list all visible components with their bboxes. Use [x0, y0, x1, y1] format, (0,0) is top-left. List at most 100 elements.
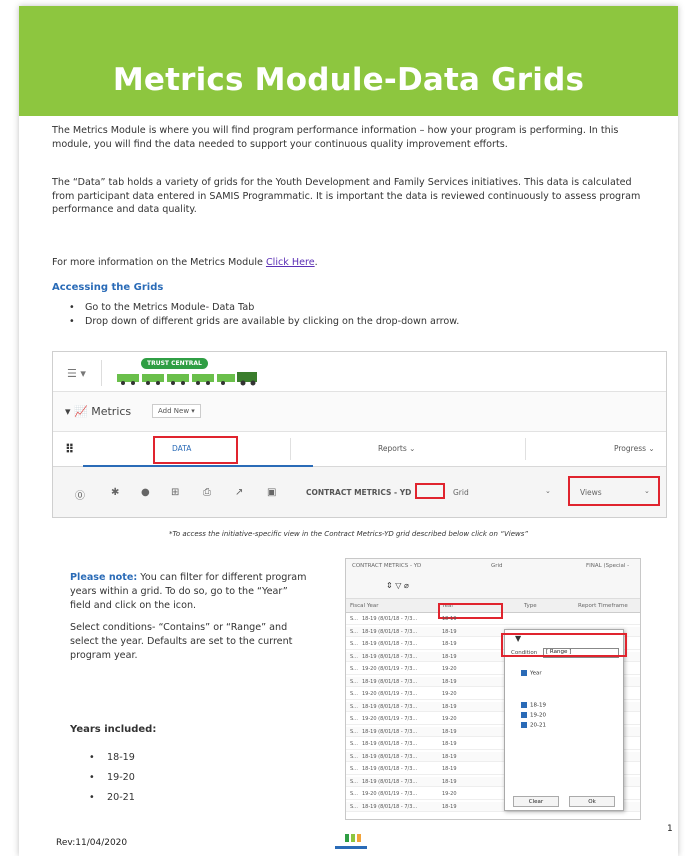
year-cell: 18-19	[442, 778, 457, 785]
print-icon[interactable]: ⎙	[203, 487, 211, 498]
year-checkbox[interactable]: 20-21	[521, 722, 546, 729]
table-icon[interactable]: ⊞	[171, 487, 179, 498]
fiscal-year-cell: 18-19 (8/01/18 - 7/3...	[362, 753, 418, 760]
row-prefix: S...	[350, 641, 358, 647]
chevron-down-icon: ▾	[65, 405, 75, 418]
fiscal-year-cell: 19-20 (8/01/19 - 7/3...	[362, 791, 418, 797]
condition-highlight	[501, 633, 627, 657]
conditions-paragraph: Select conditions- “Contains” or “Range”…	[70, 622, 293, 661]
fiscal-year-cell: 19-20 (8/01/19 - 7/3...	[362, 716, 418, 722]
grid-select[interactable]: CONTRACT METRICS - YD	[352, 563, 421, 569]
divider	[101, 360, 102, 386]
ok-button[interactable]: Ok	[569, 796, 615, 807]
row-prefix: S...	[350, 766, 358, 772]
year-cell: 19-20	[442, 666, 457, 672]
data-tab-paragraph: The “Data” tab holds a variety of grids …	[52, 177, 641, 215]
help-icon[interactable]: ⓪	[75, 487, 85, 502]
metrics-label: Metrics	[91, 405, 132, 418]
tab-reports[interactable]: Reports ⌄	[378, 444, 415, 453]
row-prefix: S...	[350, 628, 358, 635]
year-cell: 18-19	[442, 641, 457, 647]
year-checkbox[interactable]: 18-19	[521, 702, 546, 709]
year-cell: 18-19	[442, 678, 457, 685]
checkbox-label: 20-21	[530, 722, 546, 729]
fiscal-year-cell: 18-19 (8/01/18 - 7/3...	[362, 616, 418, 622]
year-cell: 18-19	[442, 628, 457, 635]
fiscal-year-cell: 18-19 (8/01/18 - 7/3...	[362, 653, 418, 660]
row-prefix: S...	[350, 741, 358, 747]
filter-icon[interactable]: ⇕ ▽ ⌀	[386, 581, 409, 590]
add-new-button[interactable]: Add New ▾	[152, 404, 201, 418]
title-banner: Metrics Module-Data Grids	[19, 6, 678, 116]
fiscal-year-cell: 18-19 (8/01/18 - 7/3...	[362, 766, 418, 772]
year-cell: 19-20	[442, 791, 457, 797]
fiscal-year-cell: 19-20 (8/01/19 - 7/3...	[362, 691, 418, 697]
clear-button[interactable]: Clear	[513, 796, 559, 807]
fiscal-year-cell: 18-19 (8/01/18 - 7/3...	[362, 778, 418, 785]
page-number: 1	[667, 824, 673, 834]
metrics-bar: ▾ 📈 Metrics Add New ▾	[53, 392, 666, 432]
page-title: Metrics Module-Data Grids	[112, 62, 585, 98]
checkbox-icon	[521, 722, 527, 728]
header-report-timeframe[interactable]: Report Timeframe	[578, 603, 628, 609]
grid-dots-icon[interactable]: ⠿	[65, 442, 74, 456]
row-prefix: S...	[350, 703, 358, 710]
row-prefix: S...	[350, 653, 358, 660]
grid-toolbar: CONTRACT METRICS - YD Grid FINAL (Specia…	[346, 559, 640, 599]
year-checkbox[interactable]: Year	[521, 670, 542, 677]
year-item: 18-19	[89, 748, 135, 768]
screenshot-caption: *To access the initiative-specific view …	[168, 530, 529, 538]
paint-icon[interactable]: ●	[141, 487, 150, 498]
grid-select[interactable]: CONTRACT METRICS - YD	[306, 488, 411, 497]
views-highlight	[568, 476, 660, 506]
chevron-down-icon[interactable]: ⌄	[545, 487, 551, 495]
accessing-bullets: Go to the Metrics Module- Data Tab Drop …	[69, 301, 459, 329]
revision-date: Rev:11/04/2020	[56, 838, 128, 848]
row-prefix: S...	[350, 728, 358, 735]
accessing-heading: Accessing the Grids	[52, 282, 164, 293]
row-prefix: S...	[350, 791, 358, 797]
train-logo-icon	[117, 372, 257, 386]
year-cell: 18-19	[442, 741, 457, 747]
export-icon[interactable]: ↗	[235, 487, 243, 498]
view-dropdown[interactable]: FINAL (Special -	[586, 563, 629, 569]
table-row[interactable]: S... 18-19 (8/01/18 - 7/3... 18-19	[346, 614, 640, 625]
years-heading: Years included:	[70, 724, 157, 735]
year-cell: 19-20	[442, 716, 457, 722]
divider	[525, 438, 526, 460]
row-prefix: S...	[350, 778, 358, 785]
gear-icon[interactable]: ✱	[111, 487, 119, 498]
years-list: 18-19 19-20 20-21	[89, 748, 135, 808]
row-prefix: S...	[350, 803, 358, 810]
year-cell: 18-19	[442, 616, 457, 622]
year-cell: 18-19	[442, 703, 457, 710]
grid-dropdown[interactable]: Grid	[491, 563, 503, 569]
year-checkbox[interactable]: 19-20	[521, 712, 546, 719]
fiscal-year-cell: 18-19 (8/01/18 - 7/3...	[362, 628, 418, 635]
metrics-screenshot: ☰ ▾ TRUST CENTRAL ▾ 📈 Metrics Add New ▾	[52, 351, 667, 518]
year-item: 19-20	[89, 768, 135, 788]
row-prefix: S...	[350, 666, 358, 672]
year-cell: 18-19	[442, 803, 457, 810]
data-tab-highlight	[153, 436, 238, 464]
app-header: ☰ ▾ TRUST CENTRAL	[53, 352, 666, 392]
fiscal-year-cell: 18-19 (8/01/18 - 7/3...	[362, 803, 418, 810]
header-fiscal-year[interactable]: Fiscal Year	[350, 603, 378, 609]
more-info-suffix: .	[314, 257, 318, 268]
more-info-text: For more information on the Metrics Modu…	[52, 257, 266, 268]
save-icon[interactable]: ▣	[267, 487, 276, 498]
checkbox-icon	[521, 712, 527, 718]
hamburger-icon[interactable]: ☰ ▾	[67, 367, 86, 380]
year-cell: 18-19	[442, 753, 457, 760]
metrics-heading[interactable]: ▾ 📈 Metrics	[65, 405, 131, 418]
grid-dropdown[interactable]: Grid	[453, 488, 469, 497]
tab-progress[interactable]: Progress ⌄	[614, 444, 655, 453]
tab-bar: ⠿ DATA Reports ⌄ Progress ⌄	[53, 432, 666, 467]
row-prefix: S...	[350, 753, 358, 760]
childrens-cabinet-logo-icon	[335, 834, 367, 849]
divider	[290, 438, 291, 460]
click-here-link[interactable]: Click Here	[266, 257, 315, 268]
checkbox-icon	[521, 702, 527, 708]
bullet-item: Drop down of different grids are availab…	[69, 315, 459, 329]
header-type[interactable]: Type	[524, 603, 537, 609]
